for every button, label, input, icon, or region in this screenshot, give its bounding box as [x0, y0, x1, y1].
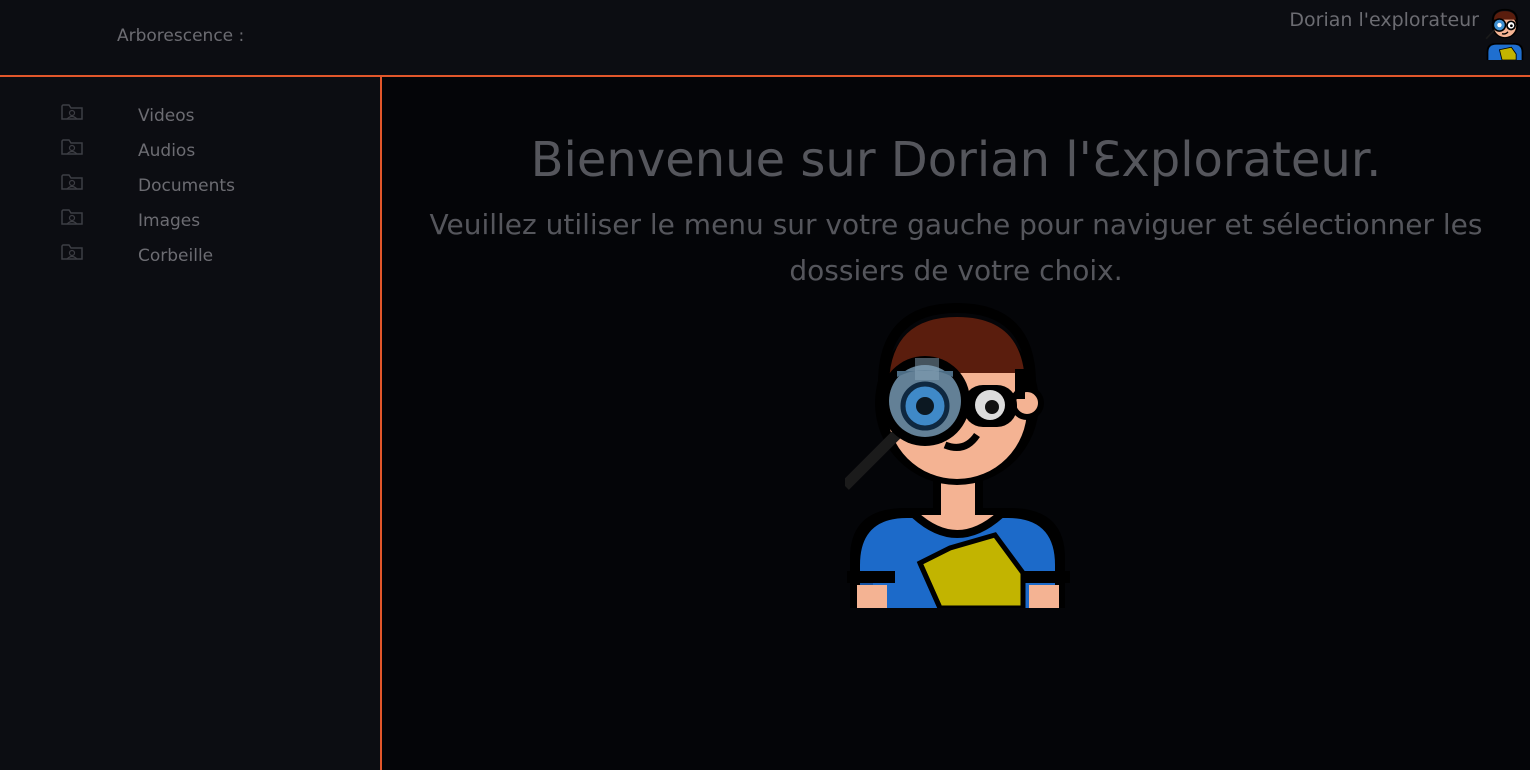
explorer-illustration [845, 303, 1070, 608]
sidebar-item-documents[interactable]: Documents [0, 158, 380, 196]
explorer-avatar-icon[interactable] [1484, 8, 1526, 60]
folder-icon [61, 209, 83, 225]
sidebar-item-images[interactable]: Images [0, 193, 380, 231]
sidebar-item-corbeille[interactable]: Corbeille [0, 228, 380, 266]
tree-title: Arborescence : [117, 26, 245, 46]
folder-icon [61, 174, 83, 190]
sidebar-item-label: Corbeille [138, 246, 214, 266]
sidebar-item-audios[interactable]: Audios [0, 123, 380, 161]
welcome-title: Bienvenue sur Dorian l'Ɛxplorateur. [530, 132, 1382, 188]
sidebar: Videos Audios Documents Images Corbeille [0, 77, 382, 770]
folder-icon [61, 139, 83, 155]
folder-icon [61, 244, 83, 260]
sidebar-item-videos[interactable]: Videos [0, 88, 380, 126]
folder-icon [61, 104, 83, 120]
top-header: Arborescence : Dorian l'explorateur [0, 0, 1530, 77]
user-name[interactable]: Dorian l'explorateur [1289, 9, 1479, 31]
welcome-text: Veuillez utiliser le menu sur votre gauc… [429, 208, 1483, 287]
